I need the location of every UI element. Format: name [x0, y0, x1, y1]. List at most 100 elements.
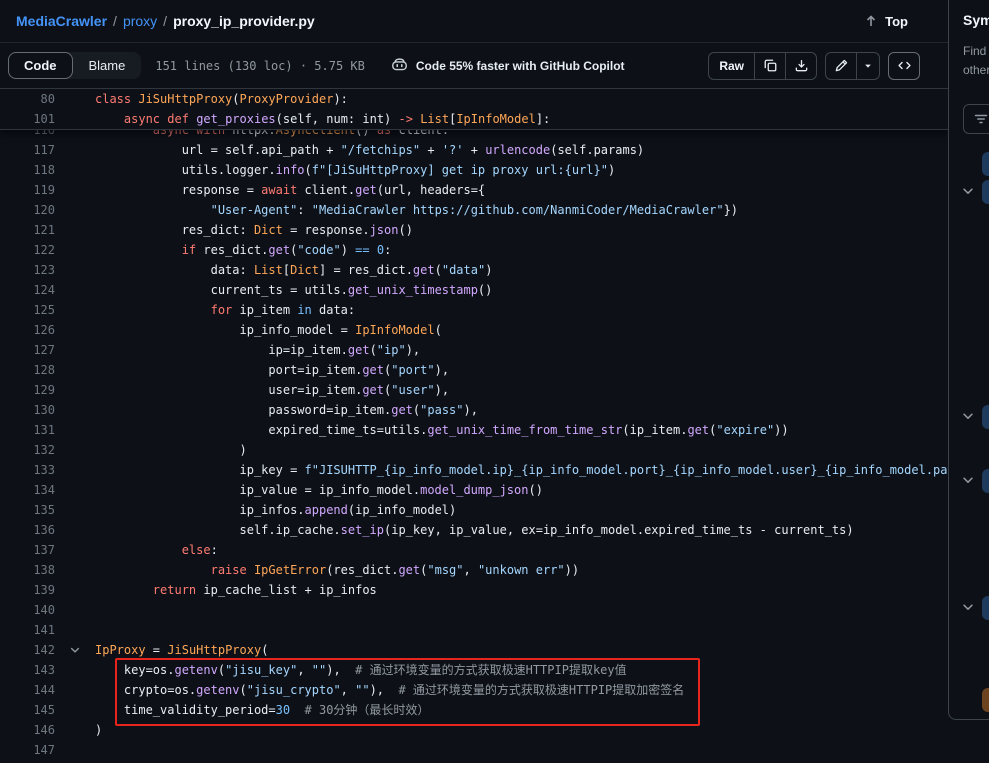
symbol-row-3[interactable] [949, 469, 989, 493]
line-number[interactable]: 143 [0, 660, 55, 680]
symbol-row-5[interactable] [949, 688, 989, 712]
copilot-banner-text: Code 55% faster with GitHub Copilot [416, 59, 625, 73]
line-number[interactable]: 147 [0, 740, 55, 760]
code-symbols-icon [897, 58, 912, 73]
github-file-view: MediaCrawler / proxy / proxy_ip_provider… [0, 0, 989, 763]
line-number[interactable]: 126 [0, 320, 55, 340]
line-number[interactable]: 117 [0, 140, 55, 160]
line-number[interactable]: 124 [0, 280, 55, 300]
back-to-top-button[interactable]: Top [857, 9, 914, 33]
gutter-spacer [55, 400, 95, 420]
line-number[interactable]: 101 [0, 109, 55, 129]
edit-actions-group [825, 52, 880, 80]
line-number[interactable]: 144 [0, 680, 55, 700]
symbol-row-4[interactable] [949, 596, 989, 620]
code-text: password=ip_item.get("pass"), [95, 400, 478, 420]
chevron-down-icon[interactable] [961, 473, 975, 492]
symbol-kind-badge[interactable] [982, 152, 989, 176]
tab-blame[interactable]: Blame [73, 52, 142, 79]
code-text: time_validity_period=30 # 30分钟（最长时效） [95, 700, 429, 720]
symbols-filter-input[interactable] [963, 104, 989, 134]
code-line-142: 142 IpProxy = JiSuHttpProxy( [0, 640, 948, 660]
line-number[interactable]: 127 [0, 340, 55, 360]
copy-button[interactable] [754, 52, 786, 80]
raw-button[interactable]: Raw [708, 52, 755, 80]
code-text: user=ip_item.get("user"), [95, 380, 449, 400]
line-number[interactable]: 119 [0, 180, 55, 200]
symbols-toggle-button[interactable] [888, 52, 920, 80]
download-icon [794, 58, 809, 73]
symbol-row-1[interactable] [949, 180, 989, 204]
line-number[interactable]: 138 [0, 560, 55, 580]
line-number[interactable]: 121 [0, 220, 55, 240]
gutter-spacer [55, 680, 95, 700]
line-number[interactable]: 141 [0, 620, 55, 640]
line-number[interactable]: 130 [0, 400, 55, 420]
code-line-132: 132 ) [0, 440, 948, 460]
gutter-spacer [55, 700, 95, 720]
code-line-138: 138 raise IpGetError(res_dict.get("msg",… [0, 560, 948, 580]
line-number[interactable]: 145 [0, 700, 55, 720]
symbols-panel-description: Find definitions and references for func… [963, 42, 989, 80]
line-number[interactable]: 136 [0, 520, 55, 540]
code-line-140: 140 [0, 600, 948, 620]
chevron-down-icon[interactable] [961, 184, 975, 203]
pencil-icon [834, 58, 849, 73]
code-line-118: 118 utils.logger.info(f"[JiSuHttpProxy] … [0, 160, 948, 180]
code-line-121: 121 res_dict: Dict = response.json() [0, 220, 948, 240]
collapse-chevron-icon[interactable] [55, 640, 95, 660]
edit-button[interactable] [825, 52, 857, 80]
line-number[interactable]: 140 [0, 600, 55, 620]
filter-funnel-icon [973, 111, 989, 127]
line-number[interactable]: 135 [0, 500, 55, 520]
breadcrumb-separator: / [113, 13, 117, 29]
gutter-spacer [55, 89, 95, 109]
line-number[interactable]: 133 [0, 460, 55, 480]
line-number[interactable]: 146 [0, 720, 55, 740]
breadcrumb-repo-link[interactable]: MediaCrawler [16, 13, 107, 29]
chevron-down-icon[interactable] [961, 600, 975, 619]
line-number[interactable]: 137 [0, 540, 55, 560]
line-number[interactable]: 142 [0, 640, 55, 660]
line-number[interactable]: 118 [0, 160, 55, 180]
symbol-row-0[interactable] [949, 152, 989, 176]
line-number[interactable]: 132 [0, 440, 55, 460]
line-number[interactable]: 123 [0, 260, 55, 280]
breadcrumb-folder-link[interactable]: proxy [123, 13, 157, 29]
symbol-row-2[interactable] [949, 405, 989, 429]
line-number[interactable]: 80 [0, 89, 55, 109]
download-button[interactable] [785, 52, 817, 80]
tab-code[interactable]: Code [8, 52, 73, 79]
line-number[interactable]: 134 [0, 480, 55, 500]
chevron-down-icon[interactable] [961, 409, 975, 428]
edit-dropdown-button[interactable] [856, 52, 880, 80]
line-number[interactable]: 139 [0, 580, 55, 600]
code-text: "User-Agent": "MediaCrawler https://gith… [95, 200, 738, 220]
symbol-kind-badge[interactable] [982, 688, 989, 712]
gutter-spacer [55, 160, 95, 180]
code-text: if res_dict.get("code") == 0: [95, 240, 391, 260]
file-toolbar: CodeBlame 151 lines (130 loc) · 5.75 KB … [0, 43, 948, 89]
copilot-banner[interactable]: Code 55% faster with GitHub Copilot [391, 57, 625, 74]
gutter-spacer [55, 420, 95, 440]
code-text: IpProxy = JiSuHttpProxy( [95, 640, 268, 660]
line-number[interactable]: 122 [0, 240, 55, 260]
symbol-kind-badge[interactable] [982, 405, 989, 429]
breadcrumb-file-name: proxy_ip_provider.py [173, 13, 315, 29]
line-number[interactable]: 125 [0, 300, 55, 320]
symbol-kind-badge[interactable] [982, 180, 989, 204]
file-meta: 151 lines (130 loc) · 5.75 KB [155, 59, 365, 73]
symbol-kind-badge[interactable] [982, 469, 989, 493]
line-number[interactable]: 128 [0, 360, 55, 380]
code-line-127: 127 ip=ip_item.get("ip"), [0, 340, 948, 360]
line-number[interactable]: 129 [0, 380, 55, 400]
sticky-context-lines: 80class JiSuHttpProxy(ProxyProvider):101… [0, 89, 948, 130]
code-line-136: 136 self.ip_cache.set_ip(ip_key, ip_valu… [0, 520, 948, 540]
code-text: expired_time_ts=utils.get_unix_time_from… [95, 420, 789, 440]
line-number[interactable]: 120 [0, 200, 55, 220]
code-text: utils.logger.info(f"[JiSuHttpProxy] get … [95, 160, 615, 180]
line-number[interactable]: 131 [0, 420, 55, 440]
code-text: else: [95, 540, 218, 560]
code-line-129: 129 user=ip_item.get("user"), [0, 380, 948, 400]
symbol-kind-badge[interactable] [982, 596, 989, 620]
